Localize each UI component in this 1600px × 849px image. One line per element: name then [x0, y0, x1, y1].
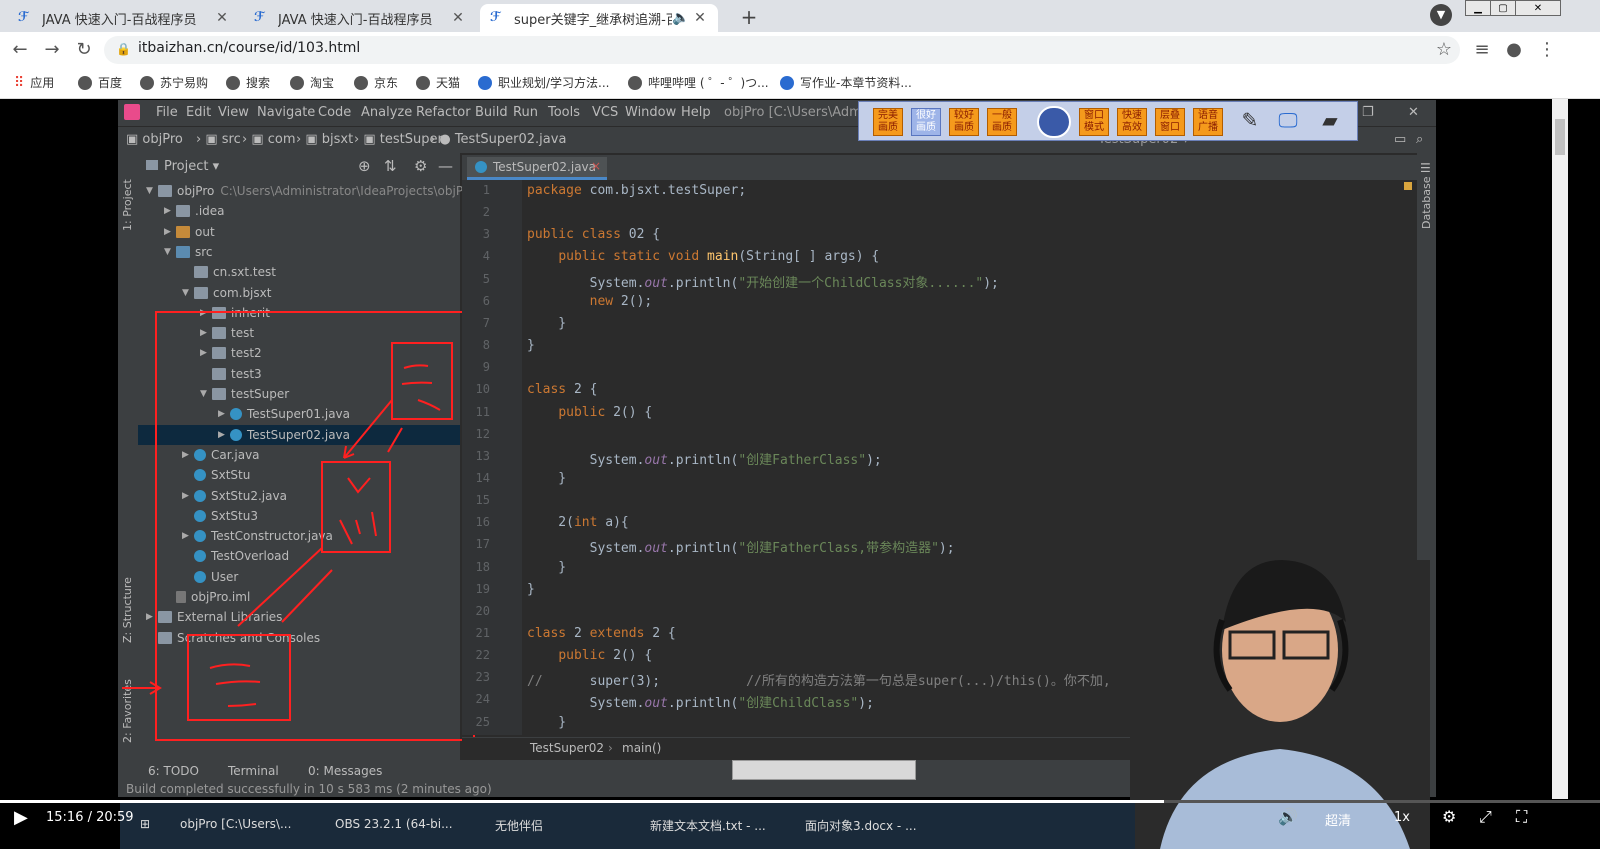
annotation-box-bottom [187, 634, 291, 721]
annotation-scribble [339, 477, 377, 545]
annotation-frame [155, 311, 475, 741]
inspection-warning-icon[interactable] [1404, 182, 1412, 190]
volume-icon[interactable]: 🔊 [1278, 807, 1298, 826]
windows-start-icon: ⊞ [140, 817, 151, 831]
line-number: 19 [475, 581, 490, 596]
instructor-webcam [1130, 560, 1430, 849]
speed-select[interactable]: 1x [1394, 810, 1410, 825]
code-line[interactable]: class 2 { [527, 382, 597, 397]
code-line[interactable]: } [527, 560, 566, 575]
line-number: 18 [475, 559, 490, 574]
close-editor-tab-icon[interactable]: × [591, 159, 601, 173]
code-line[interactable]: 2(int a){ [527, 515, 628, 530]
recorded-taskbar: ⊞ objPro [C:\Users\... OBS 23.2.1 (64-bi… [120, 803, 1135, 849]
editor-tab-active[interactable]: TestSuper02.java × [467, 157, 607, 180]
annotation-box-top [391, 342, 453, 420]
annotation-arrow [237, 547, 323, 627]
taskbar-item: objPro [C:\Users\... [180, 817, 292, 831]
code-line[interactable]: public 2() { [527, 405, 652, 420]
line-number: 14 [475, 470, 490, 485]
line-number: 20 [475, 603, 490, 618]
line-number: 5 [482, 271, 490, 286]
database-icon: ☰ [1420, 161, 1431, 175]
line-number: 8 [482, 338, 490, 353]
java-class-icon [475, 161, 487, 173]
code-line[interactable]: new 2(); [527, 294, 653, 309]
code-line[interactable]: public 2() { [527, 648, 652, 663]
line-number: 2 [482, 205, 490, 220]
crumb-class[interactable]: TestSuper02 [530, 741, 604, 755]
crumb-separator: › [608, 741, 613, 755]
database-tool-tab[interactable]: Database [1420, 177, 1433, 230]
code-line[interactable]: package com.bjsxt.testSuper; [527, 183, 746, 198]
line-number: 4 [482, 249, 490, 264]
editor-tab-title: TestSuper02.java [493, 160, 597, 174]
terminal-tool-tab[interactable]: Terminal [228, 764, 279, 778]
taskbar-item: 面向对象3.docx - ... [805, 819, 917, 833]
taskbar-item: OBS 23.2.1 (64-bi... [335, 817, 453, 831]
line-number: 23 [475, 670, 490, 685]
annotation-box-middle [321, 461, 391, 553]
line-number: 13 [475, 448, 490, 463]
video-time: 15:16 / 20:59 [46, 810, 134, 825]
line-number: 11 [475, 404, 490, 419]
line-number: 3 [482, 227, 490, 242]
line-number: 22 [475, 648, 490, 663]
code-line[interactable]: System.out.println("创建FatherClass"); [527, 449, 882, 468]
code-line[interactable]: } [527, 471, 566, 486]
code-line[interactable]: class 2 extends 2 { [527, 626, 676, 641]
settings-gear-icon[interactable]: ⚙ [1442, 807, 1456, 826]
annotation-scribble [209, 663, 261, 707]
todo-tool-tab[interactable]: 6: TODO [148, 764, 199, 778]
annotation-arrow [387, 427, 403, 453]
code-line[interactable]: } [527, 582, 535, 597]
code-line[interactable]: } [527, 338, 535, 353]
page-scrollbar[interactable] [1552, 99, 1568, 799]
fullscreen-icon[interactable]: ⛶ [1516, 807, 1527, 827]
line-number: 10 [475, 382, 490, 397]
line-number: 1 [482, 183, 490, 197]
line-number: 17 [475, 537, 490, 552]
line-number: 12 [475, 426, 490, 441]
code-line[interactable]: System.out.println("创建ChildClass"); [527, 692, 874, 711]
code-line[interactable]: System.out.println("开始创建一个ChildClass对象..… [527, 272, 999, 291]
annotation-scribble [401, 364, 441, 411]
code-line[interactable]: public static void main(String[ ] args) … [527, 249, 879, 264]
line-number: 15 [475, 493, 490, 508]
code-line[interactable]: } [527, 316, 566, 331]
line-number: 7 [482, 315, 490, 330]
quality-select[interactable]: 超清 [1325, 810, 1351, 829]
build-status-text: Build completed successfully in 10 s 583… [126, 782, 492, 796]
annotation-arrow [343, 399, 393, 459]
play-icon[interactable]: ▶ [14, 807, 28, 828]
code-line[interactable]: } [527, 715, 566, 730]
line-number: 16 [475, 515, 490, 530]
taskbar-item: 新建文本文档.txt - ... [650, 819, 766, 833]
taskbar-item: 无他伴侣 [495, 819, 544, 833]
line-number: 21 [475, 626, 490, 640]
messages-tool-tab[interactable]: 0: Messages [308, 764, 382, 778]
picture-in-picture-icon[interactable]: ⤢ [1479, 807, 1492, 827]
code-line[interactable]: // super(3); //所有的构造方法第一句总是super(...)/th… [527, 670, 1111, 689]
input-method-bar[interactable] [732, 760, 916, 780]
crumb-method[interactable]: main() [622, 741, 661, 755]
line-number: 9 [482, 360, 490, 375]
line-number: 6 [482, 293, 490, 308]
line-number: 24 [475, 692, 490, 707]
code-line[interactable]: public class 02 { [527, 227, 660, 242]
code-line[interactable]: System.out.println("创建FatherClass,带参构造器"… [527, 537, 955, 556]
annotation-arrow [122, 681, 162, 695]
line-number: 25 [475, 714, 490, 729]
scrollbar-thumb[interactable] [1555, 119, 1565, 155]
